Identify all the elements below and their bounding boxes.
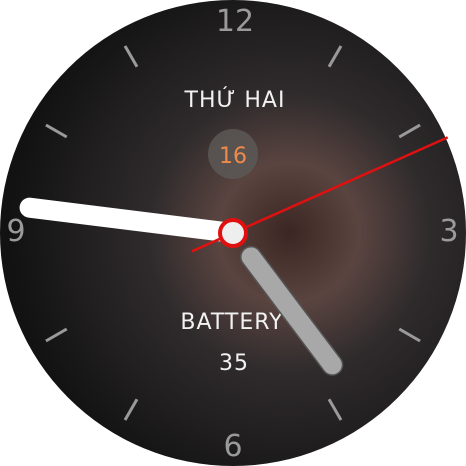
date-value: 16 [219,144,247,169]
day-of-week: THỨ HAI [184,87,286,113]
battery-label: BATTERY [180,310,283,335]
watch-face: 12 3 6 9 THỨ HAI 16 BATTERY 35 [0,0,466,466]
center-cap [218,218,248,248]
numeral-9: 9 [6,214,25,249]
numeral-3: 3 [439,214,458,249]
numeral-12: 12 [216,4,254,39]
numeral-6: 6 [223,429,242,464]
battery-value: 35 [219,351,249,376]
